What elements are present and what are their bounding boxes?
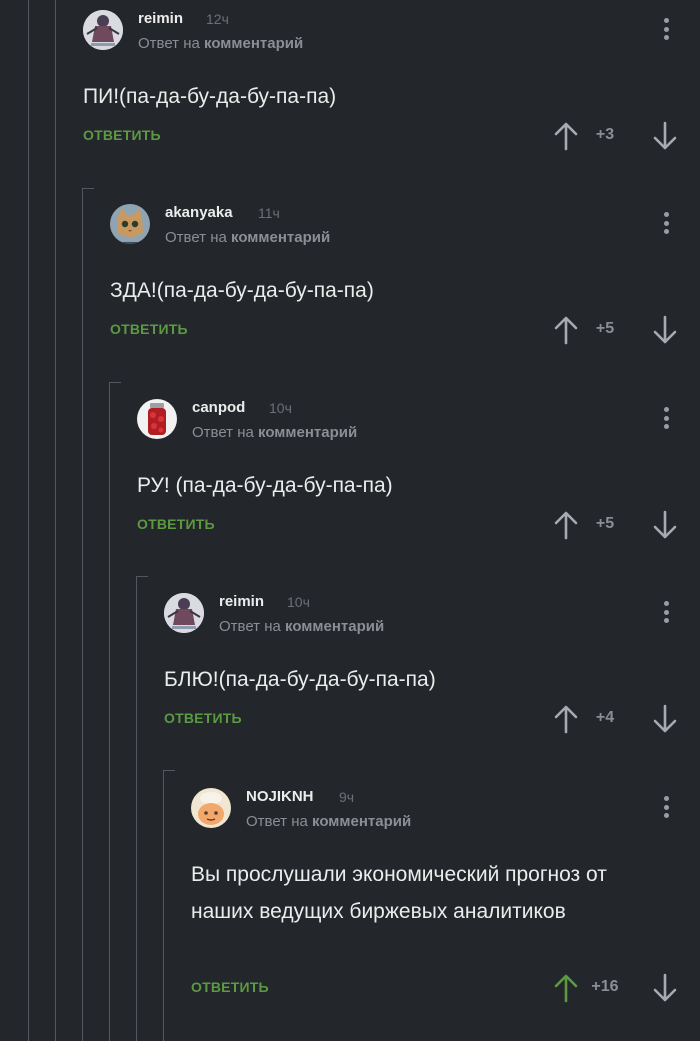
comment-text: Вы прослушали экономический прогноз от н…	[191, 863, 607, 923]
reply-to: Ответ на комментарий	[138, 35, 303, 52]
thread-line	[163, 770, 164, 1041]
username[interactable]: reimin	[138, 10, 183, 27]
reply-button[interactable]: ОТВЕТИТЬ	[137, 516, 215, 532]
avatar[interactable]	[110, 204, 150, 244]
reply-to-prefix: Ответ на	[165, 229, 227, 246]
reply-button[interactable]: ОТВЕТИТЬ	[164, 710, 242, 726]
comment-text: РУ! (па-да-бу-да-бу-па-па)	[137, 474, 393, 497]
cat-avatar-icon	[110, 204, 150, 244]
thread-line	[109, 382, 110, 1041]
comment-rating: +4	[595, 709, 615, 726]
comment-time: 11ч	[258, 205, 280, 221]
reply-to-prefix: Ответ на	[246, 813, 308, 830]
thread-branch	[136, 576, 148, 577]
anime-figure-avatar-icon	[164, 593, 204, 633]
reply-button[interactable]: ОТВЕТИТЬ	[110, 321, 188, 337]
thread-line	[55, 0, 56, 1041]
reply-to-comment-link[interactable]: комментарий	[258, 424, 357, 441]
comment-text: ПИ!(па-да-бу-да-бу-па-па)	[83, 85, 337, 108]
avatar[interactable]	[191, 788, 231, 828]
thread-branch	[82, 188, 94, 189]
comment-text: ЗДА!(па-да-бу-да-бу-па-па)	[110, 279, 374, 302]
more-options-icon[interactable]	[658, 16, 674, 42]
comment-time: 12ч	[206, 11, 229, 27]
reply-to-comment-link[interactable]: комментарий	[312, 813, 411, 830]
thread-line	[136, 576, 137, 1041]
cartoon-face-avatar-icon	[191, 788, 231, 828]
thread-branch	[109, 382, 121, 383]
reply-to-comment-link[interactable]: комментарий	[285, 618, 384, 635]
upvote-arrow-icon[interactable]	[553, 973, 579, 1003]
reply-to-prefix: Ответ на	[138, 35, 200, 52]
canned-tomatoes-avatar-icon	[137, 399, 177, 439]
reply-to: Ответ на комментарий	[165, 229, 330, 246]
username[interactable]: canpod	[192, 399, 245, 416]
username[interactable]: NOJIKNH	[246, 788, 314, 805]
comment-text: БЛЮ!(па-да-бу-да-бу-па-па)	[164, 668, 436, 691]
avatar[interactable]	[83, 10, 123, 50]
comment-rating: +5	[595, 320, 615, 337]
comment: reimin 10ч Ответ на комментарий БЛЮ!(па-…	[164, 583, 700, 759]
thread-branch	[163, 770, 175, 771]
more-options-icon[interactable]	[658, 405, 674, 431]
upvote-arrow-icon[interactable]	[553, 510, 579, 540]
comment-time: 10ч	[269, 400, 292, 416]
more-options-icon[interactable]	[658, 599, 674, 625]
avatar[interactable]	[137, 399, 177, 439]
comment-rating: +16	[591, 978, 619, 995]
comment-time: 10ч	[287, 594, 310, 610]
reply-to-prefix: Ответ на	[192, 424, 254, 441]
thread-line	[28, 0, 29, 1041]
reply-to: Ответ на комментарий	[219, 618, 384, 635]
downvote-arrow-icon[interactable]	[652, 315, 678, 345]
downvote-arrow-icon[interactable]	[652, 704, 678, 734]
username[interactable]: akanyaka	[165, 204, 233, 221]
reply-to-comment-link[interactable]: комментарий	[231, 229, 330, 246]
downvote-arrow-icon[interactable]	[652, 973, 678, 1003]
upvote-arrow-icon[interactable]	[553, 704, 579, 734]
avatar[interactable]	[164, 593, 204, 633]
reply-button[interactable]: ОТВЕТИТЬ	[191, 979, 269, 995]
thread-line	[82, 188, 83, 1041]
more-options-icon[interactable]	[658, 794, 674, 820]
comment-rating: +3	[595, 126, 615, 143]
upvote-arrow-icon[interactable]	[553, 315, 579, 345]
comment: reimin 12ч Ответ на комментарий ПИ!(па-д…	[83, 0, 700, 176]
comment: canpod 10ч Ответ на комментарий РУ! (па-…	[137, 389, 700, 565]
downvote-arrow-icon[interactable]	[652, 121, 678, 151]
reply-to: Ответ на комментарий	[246, 813, 411, 830]
username[interactable]: reimin	[219, 593, 264, 610]
reply-to-prefix: Ответ на	[219, 618, 281, 635]
downvote-arrow-icon[interactable]	[652, 510, 678, 540]
comment-rating: +5	[595, 515, 615, 532]
anime-figure-avatar-icon	[83, 10, 123, 50]
upvote-arrow-icon[interactable]	[553, 121, 579, 151]
reply-to: Ответ на комментарий	[192, 424, 357, 441]
comment: akanyaka 11ч Ответ на комментарий ЗДА!(п…	[110, 194, 700, 370]
comment-time: 9ч	[339, 789, 355, 805]
reply-to-comment-link[interactable]: комментарий	[204, 35, 303, 52]
reply-button[interactable]: ОТВЕТИТЬ	[83, 127, 161, 143]
more-options-icon[interactable]	[658, 210, 674, 236]
comment: NOJIKNH 9ч Ответ на комментарий Вы просл…	[191, 778, 700, 1028]
